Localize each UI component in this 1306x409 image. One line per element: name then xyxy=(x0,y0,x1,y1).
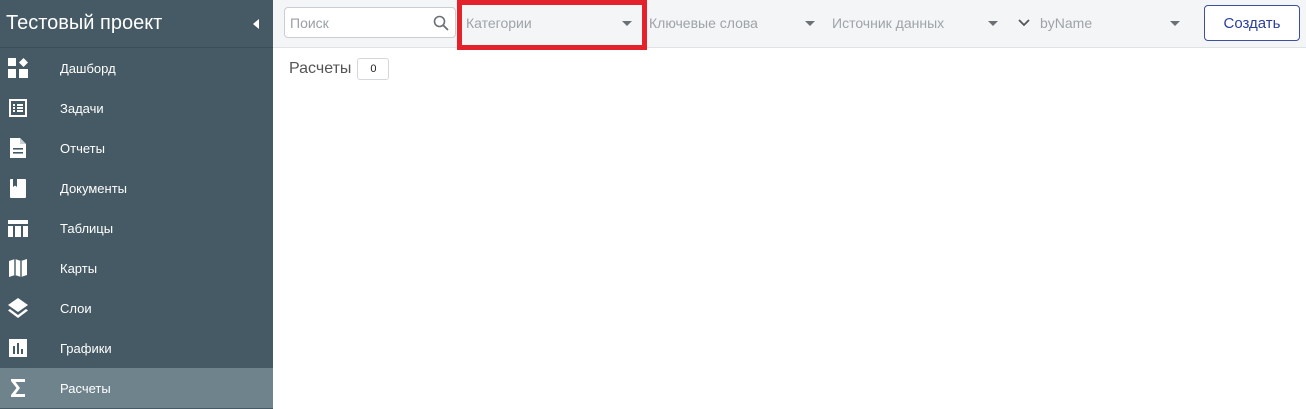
sidebar-item-layers[interactable]: Слои xyxy=(0,288,273,328)
report-icon xyxy=(0,128,36,168)
sidebar-item-dashboard[interactable]: Дашборд xyxy=(0,48,273,88)
search-input[interactable] xyxy=(285,13,427,32)
caret-down-icon xyxy=(988,20,998,26)
page-title: Расчеты xyxy=(289,60,352,77)
sidebar-item-label: Таблицы xyxy=(60,220,114,236)
sidebar-item-calculations[interactable]: Расчеты xyxy=(0,368,273,408)
sigma-icon xyxy=(0,368,36,408)
caret-down-icon xyxy=(1170,20,1180,26)
keywords-select[interactable]: Ключевые слова xyxy=(645,5,823,41)
table-icon xyxy=(0,208,36,248)
sort-select[interactable]: byName xyxy=(1014,5,1188,41)
categories-label: Категории xyxy=(466,15,532,31)
caret-down-icon xyxy=(622,20,632,26)
caret-down-icon xyxy=(805,20,815,26)
main-content: Расчеты 0 xyxy=(273,48,1306,409)
search-box xyxy=(284,7,456,38)
dashboard-icon xyxy=(0,48,36,88)
keywords-label: Ключевые слова xyxy=(649,15,758,31)
chevron-left-icon xyxy=(253,18,259,29)
sidebar-item-label: Документы xyxy=(60,180,128,196)
sidebar-item-tables[interactable]: Таблицы xyxy=(0,208,273,248)
bar-chart-icon xyxy=(0,328,36,368)
sidebar-item-label: Расчеты xyxy=(60,380,111,396)
search-icon[interactable] xyxy=(427,15,455,31)
section-header: Расчеты 0 xyxy=(289,58,390,80)
sidebar-item-maps[interactable]: Карты xyxy=(0,248,273,288)
count-badge: 0 xyxy=(357,58,390,80)
tasks-icon xyxy=(0,88,36,128)
data-source-label: Источник данных xyxy=(832,15,945,31)
project-title: Тестовый проект xyxy=(6,12,163,34)
collapse-sidebar-button[interactable] xyxy=(239,0,273,48)
sidebar-item-label: Дашборд xyxy=(60,60,116,76)
layers-icon xyxy=(0,288,36,328)
map-icon xyxy=(0,248,36,288)
sidebar-item-charts[interactable]: Графики xyxy=(0,328,273,368)
sidebar-header: Тестовый проект xyxy=(0,0,273,48)
documents-icon xyxy=(0,168,36,208)
sidebar-item-label: Задачи xyxy=(60,100,104,116)
create-button[interactable]: Создать xyxy=(1204,5,1300,41)
sidebar-item-documents[interactable]: Документы xyxy=(0,168,273,208)
sort-label: byName xyxy=(1040,15,1093,31)
sidebar-item-reports[interactable]: Отчеты xyxy=(0,128,273,168)
sidebar-item-label: Карты xyxy=(60,260,98,276)
toolbar: Категории Ключевые слова Источник данных… xyxy=(273,0,1306,48)
sidebar: Тестовый проект Дашборд Задачи Отчеты До… xyxy=(0,0,273,409)
data-source-select[interactable]: Источник данных xyxy=(828,5,1006,41)
sidebar-item-tasks[interactable]: Задачи xyxy=(0,88,273,128)
categories-select[interactable]: Категории xyxy=(462,5,640,41)
sort-direction-icon[interactable] xyxy=(1018,19,1040,27)
sidebar-item-label: Графики xyxy=(60,340,112,356)
sidebar-item-label: Слои xyxy=(60,300,92,316)
sidebar-item-label: Отчеты xyxy=(60,140,105,156)
